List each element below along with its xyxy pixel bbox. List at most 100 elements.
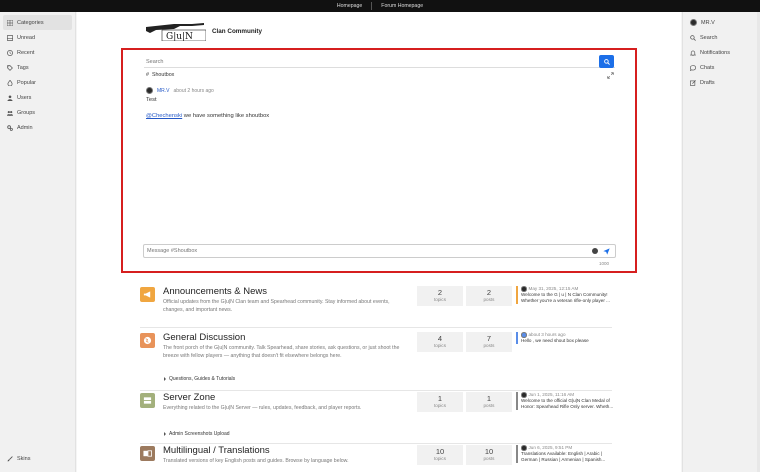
topics-count: 4 topics: [417, 332, 463, 352]
nav-item-unread[interactable]: Unread: [0, 30, 75, 45]
search-button[interactable]: [599, 55, 614, 68]
search-icon: [603, 58, 610, 65]
shoutbox-panel: # Shoutbox MR.V about 2 hours ago Test @…: [121, 48, 637, 273]
category-row[interactable]: Server Zone Everything related to the G|…: [140, 390, 614, 437]
message-text: we have something like shoutbox: [182, 113, 270, 119]
message-author[interactable]: MR.V: [157, 88, 170, 94]
nav-item-users[interactable]: Users: [0, 90, 75, 105]
category-description: Translated versions of key English posts…: [163, 458, 349, 464]
last-post-text: Welcome to the G | u | N Clan Community!…: [521, 292, 610, 303]
category-row[interactable]: Multilingual / Translations Translated v…: [140, 445, 612, 472]
nav-item-notifications[interactable]: Notifications: [683, 45, 760, 60]
subcategory-link[interactable]: Questions, Guides & Tutorials: [164, 376, 235, 382]
user-icon: [7, 94, 13, 101]
nav-label: Unread: [17, 34, 36, 41]
brand-title: Clan Community: [212, 27, 263, 35]
message-line: @Chechenski we have something like shout…: [146, 113, 269, 119]
message-composer: [143, 244, 616, 258]
message-input[interactable]: [144, 248, 592, 254]
posts-count: 2 posts: [466, 286, 512, 306]
message-time: about 2 hours ago: [173, 87, 214, 94]
group-icon: [7, 110, 13, 116]
language-icon: [140, 446, 155, 461]
nav-item-skins[interactable]: Skins: [0, 451, 75, 466]
last-post-text: Translations Available: English | Arabic…: [521, 451, 606, 462]
svg-text:G|u|N: G|u|N: [166, 32, 193, 41]
server-icon: [140, 393, 155, 408]
username: MR.V: [701, 19, 715, 26]
inbox-icon: [7, 34, 13, 41]
nav-item-tags[interactable]: Tags: [0, 60, 75, 75]
nav-label: Drafts: [700, 79, 715, 86]
emoji-icon[interactable]: [592, 248, 598, 254]
right-sidebar: MR.V Search Notifications Chats Drafts: [682, 12, 760, 472]
nav-label: Notifications: [700, 49, 730, 56]
last-post[interactable]: May 31, 2025, 12:15 AM Welcome to the G …: [516, 286, 614, 304]
last-post[interactable]: Jun 6, 2025, 9:51 PM Translations Availa…: [516, 445, 614, 463]
bell-icon: [690, 50, 696, 56]
posts-count: 7 posts: [466, 332, 512, 352]
user-mention[interactable]: @Chechenski: [146, 113, 182, 119]
avatar: [521, 286, 527, 292]
user-menu[interactable]: MR.V: [683, 15, 760, 30]
chat-search-input[interactable]: [144, 59, 615, 65]
char-limit: 1000: [599, 261, 610, 266]
category-title[interactable]: Multilingual / Translations: [163, 445, 270, 456]
category-row[interactable]: Announcements & News Official updates fr…: [140, 286, 612, 322]
last-post[interactable]: about 3 hours ago Hello , we need shout …: [516, 332, 614, 344]
nav-label: Categories: [17, 19, 44, 26]
nav-item-categories[interactable]: Categories: [3, 15, 72, 30]
homepage-link[interactable]: Homepage: [328, 3, 371, 9]
expand-icon[interactable]: [607, 72, 614, 79]
nav-item-admin[interactable]: Admin: [0, 120, 75, 135]
nav-label: Popular: [17, 79, 36, 86]
main-content: G|u|N Clan Community # Shoutbox MR.V abo…: [77, 12, 681, 472]
nav-item-recent[interactable]: Recent: [0, 45, 75, 60]
divider: [140, 443, 612, 444]
category-title[interactable]: General Discussion: [163, 332, 245, 343]
category-description: Official updates from the G|u|N Clan tea…: [163, 299, 390, 313]
hash-icon: #: [146, 72, 149, 78]
nav-label: Users: [17, 94, 32, 101]
top-bar: Homepage Forum Homepage: [0, 0, 760, 12]
nav-item-groups[interactable]: Groups: [0, 105, 75, 120]
tag-icon: [7, 64, 13, 71]
channel-label: Shoutbox: [151, 72, 175, 78]
search-icon: [690, 34, 696, 41]
category-row[interactable]: General Discussion The front porch of th…: [140, 332, 614, 382]
topics-count: 10 topics: [417, 445, 463, 465]
avatar: [521, 392, 527, 398]
clock-icon: [7, 49, 13, 56]
nav-label: Tags: [17, 64, 29, 71]
chat-icon: [690, 64, 696, 71]
megaphone-icon: [140, 287, 155, 302]
nav-item-search[interactable]: Search: [683, 30, 760, 45]
category-title[interactable]: Server Zone: [163, 392, 215, 403]
channel-name[interactable]: # Shoutbox: [146, 72, 174, 78]
avatar: [521, 332, 527, 338]
subcategory-link[interactable]: Admin Screenshots Upload: [164, 431, 230, 437]
fire-icon: [7, 79, 13, 86]
categories-icon: [7, 19, 13, 26]
left-sidebar: Categories Unread Recent Tags Popular Us…: [0, 12, 76, 472]
avatar: [521, 445, 527, 451]
nav-label: Skins: [17, 455, 31, 462]
last-post[interactable]: Jun 1, 2025, 11:16 AM Welcome to the off…: [516, 392, 614, 410]
nav-label: Search: [700, 34, 718, 41]
divider: [140, 327, 612, 328]
brand[interactable]: G|u|N Clan Community: [144, 21, 263, 42]
category-title[interactable]: Announcements & News: [163, 286, 267, 297]
nav-label: Chats: [700, 64, 715, 71]
avatar: [690, 19, 697, 26]
nav-item-popular[interactable]: Popular: [0, 75, 75, 90]
clan-logo: G|u|N: [144, 21, 207, 42]
nav-item-drafts[interactable]: Drafts: [683, 75, 760, 90]
topics-count: 1 topics: [417, 392, 463, 412]
forum-homepage-link[interactable]: Forum Homepage: [372, 3, 432, 9]
avatar[interactable]: [146, 87, 153, 94]
message-line: Test: [146, 97, 157, 103]
last-post-text: Welcome to the official G|u|N Clan Medal…: [521, 398, 614, 409]
nav-item-chats[interactable]: Chats: [683, 60, 760, 75]
send-icon[interactable]: [603, 247, 610, 255]
last-post-text: Hello , we need shout box please: [521, 338, 589, 343]
